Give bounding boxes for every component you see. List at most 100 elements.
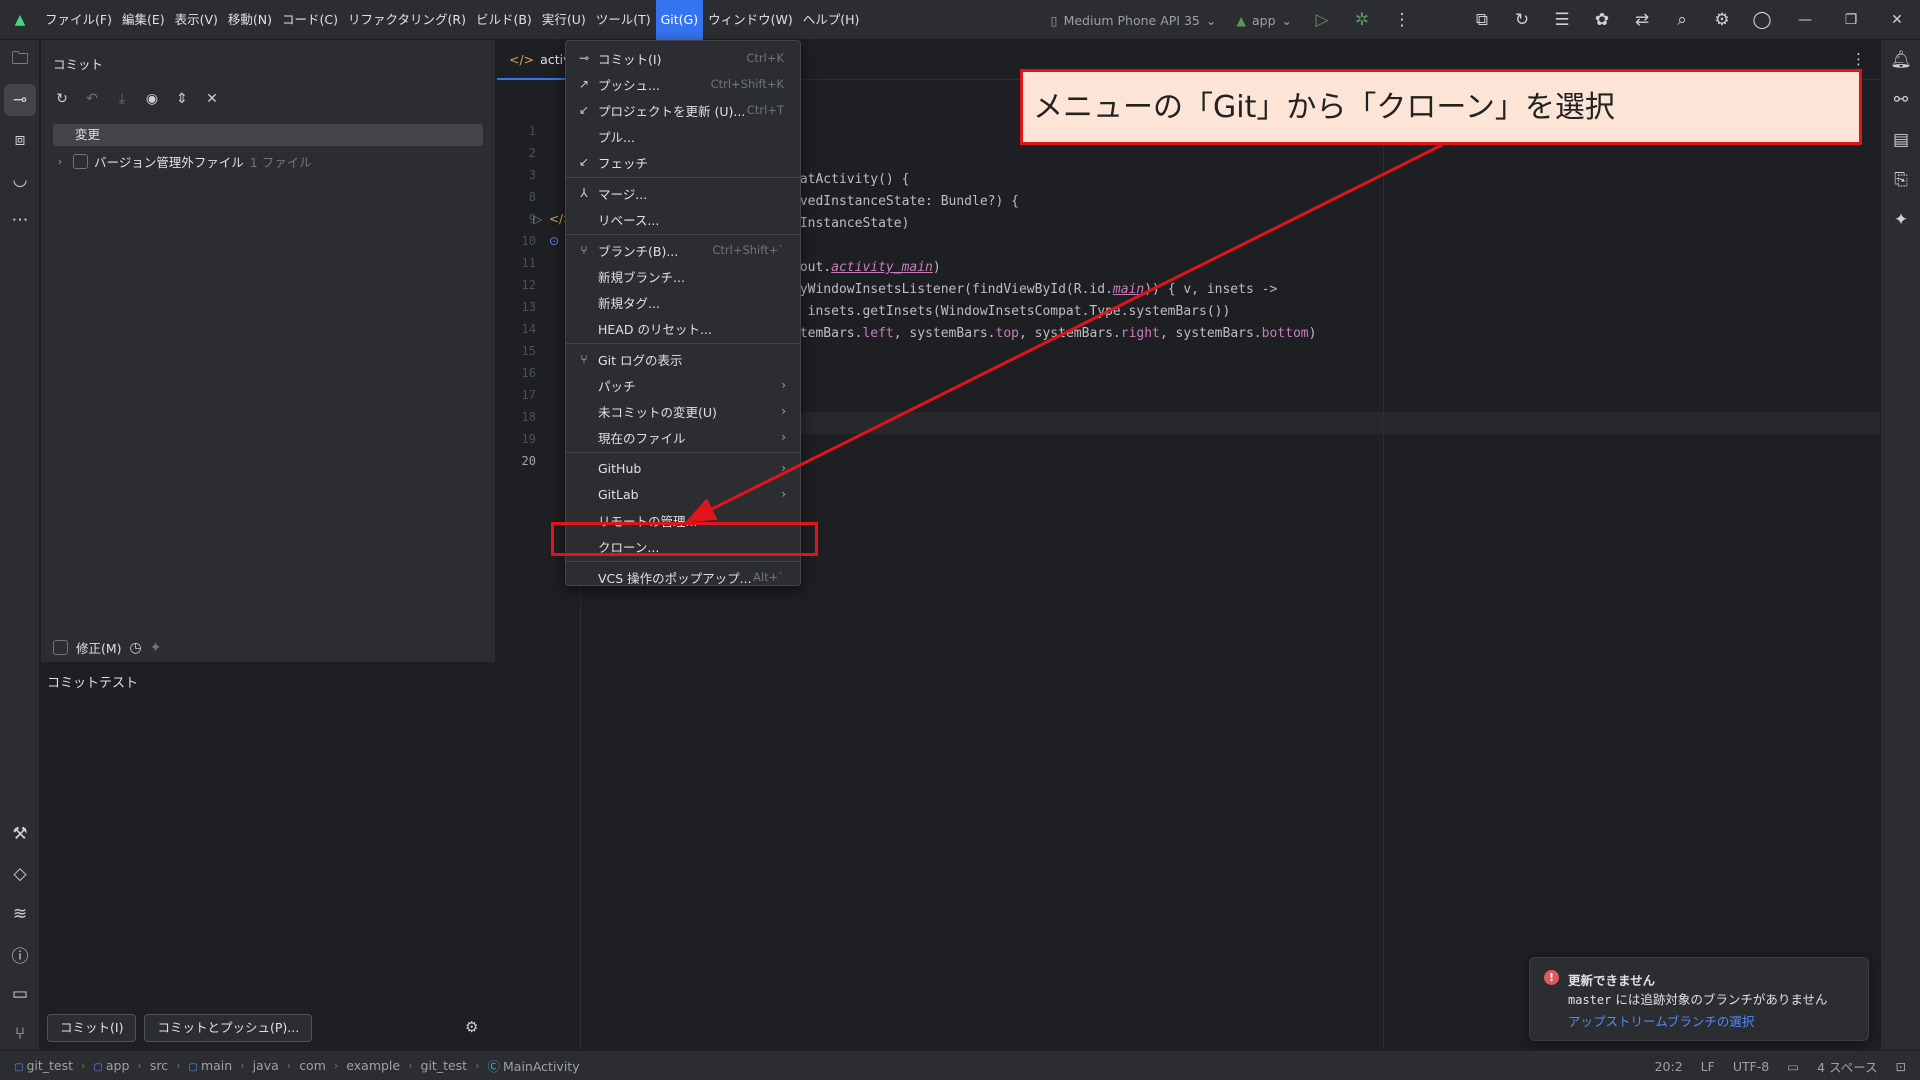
build-hammer-icon[interactable]: ⚒ bbox=[4, 818, 36, 850]
menu-edit[interactable]: 編集(E) bbox=[117, 0, 170, 40]
unversioned-files-group[interactable]: › バージョン管理外ファイル 1 ファイル bbox=[53, 150, 312, 172]
git-branch-icon[interactable]: ⑂ bbox=[4, 1018, 36, 1050]
android-robot-icon[interactable]: ◡ bbox=[4, 164, 36, 196]
gemini-sparkle-icon[interactable]: ✦ bbox=[1885, 204, 1917, 236]
git-menu-gitlab[interactable]: GitLab › bbox=[566, 481, 800, 507]
commit-message-editor[interactable]: コミットテスト bbox=[41, 662, 496, 1052]
history-clock-icon[interactable]: ◷ bbox=[130, 640, 142, 656]
file-encoding[interactable]: UTF-8 bbox=[1733, 1059, 1769, 1074]
sync-gradle-icon[interactable]: ↻ bbox=[1502, 0, 1542, 40]
close-icon[interactable]: ✕ bbox=[1874, 0, 1920, 40]
git-menu-new-tag[interactable]: 新規タグ... bbox=[566, 289, 800, 315]
search-icon[interactable]: ⌕ bbox=[1662, 0, 1702, 40]
device-manager-icon[interactable]: ⧉ bbox=[1462, 0, 1502, 40]
git-menu-show-log[interactable]: ⑂ Git ログの表示 bbox=[566, 346, 800, 372]
code-line[interactable]: stemBars.left, systemBars.top, systemBar… bbox=[792, 326, 1316, 341]
more-vertical-icon[interactable]: ⋮ bbox=[1851, 50, 1866, 68]
android-studio-logo[interactable]: ▲ bbox=[0, 0, 40, 40]
breadcrumb-item[interactable]: java bbox=[253, 1058, 279, 1073]
indent-setting[interactable]: 4 スペース bbox=[1817, 1057, 1877, 1076]
unversioned-checkbox[interactable] bbox=[73, 153, 88, 169]
gear-icon[interactable]: ⚙ bbox=[1702, 0, 1742, 40]
device-selector[interactable]: ▯ Medium Phone API 35 ⌄ bbox=[1041, 13, 1227, 28]
restore-icon[interactable]: ❐ bbox=[1828, 0, 1874, 40]
changes-group[interactable]: 変更 bbox=[53, 124, 483, 146]
collapse-all-icon[interactable]: ✕ bbox=[199, 86, 225, 112]
commit-and-push-button[interactable]: コミットとプッシュ(P)... bbox=[144, 1014, 313, 1042]
terminal-icon[interactable]: ▭ bbox=[4, 978, 36, 1010]
eye-icon[interactable]: ◉ bbox=[139, 86, 165, 112]
git-menu-fetch[interactable]: ↙ フェッチ bbox=[566, 149, 800, 175]
git-menu-rebase[interactable]: リベース... bbox=[566, 206, 800, 232]
breadcrumb-item[interactable]: example bbox=[346, 1058, 400, 1073]
caret-position[interactable]: 20:2 bbox=[1655, 1059, 1683, 1074]
git-menu-merge[interactable]: ⅄ マージ... bbox=[566, 180, 800, 206]
expand-all-icon[interactable]: ⇕ bbox=[169, 86, 195, 112]
commit-button[interactable]: コミット(I) bbox=[47, 1014, 137, 1042]
git-menu-current-file[interactable]: 現在のファイル › bbox=[566, 424, 800, 450]
breadcrumb-item[interactable]: ▢ app bbox=[93, 1058, 129, 1073]
line-ending[interactable]: LF bbox=[1701, 1059, 1715, 1074]
clipboard-icon[interactable]: ⎘ bbox=[1885, 164, 1917, 196]
more-vertical-icon[interactable]: ⋮ bbox=[1382, 0, 1422, 40]
lock-icon[interactable]: ⊡ bbox=[1896, 1059, 1906, 1074]
code-line[interactable]: lyWindowInsetsListener(findViewById(R.id… bbox=[792, 282, 1277, 297]
gem-icon[interactable]: ◇ bbox=[4, 858, 36, 890]
rollback-icon[interactable]: ↶ bbox=[79, 86, 105, 112]
menu-file[interactable]: ファイル(F) bbox=[40, 0, 117, 40]
git-menu-new-branch[interactable]: 新規ブランチ... bbox=[566, 263, 800, 289]
resource-manager-icon[interactable]: ⧈ bbox=[4, 124, 36, 156]
sdk-manager-icon[interactable]: ⇄ bbox=[1622, 0, 1662, 40]
menu-refactor[interactable]: リファクタリング(R) bbox=[343, 0, 471, 40]
debug-icon[interactable]: ✲ bbox=[1342, 0, 1382, 40]
run-icon[interactable]: ▷ bbox=[1302, 0, 1342, 40]
override-icon[interactable]: ⊙ bbox=[549, 234, 559, 248]
code-line[interactable]: = insets.getInsets(WindowInsetsCompat.Ty… bbox=[792, 304, 1230, 319]
breadcrumb-item[interactable]: Ⓒ MainActivity bbox=[488, 1056, 580, 1075]
breadcrumb-item[interactable]: ▢ main bbox=[188, 1058, 232, 1073]
more-horizontal-icon[interactable]: ⋯ bbox=[4, 204, 36, 236]
git-menu-github[interactable]: GitHub › bbox=[566, 455, 800, 481]
notifications-bell-icon[interactable]: 🔔︎ bbox=[1885, 44, 1917, 76]
code-line[interactable]: yout.activity_main) bbox=[792, 260, 941, 275]
code-line[interactable]: avedInstanceState: Bundle?) { bbox=[792, 194, 1019, 209]
select-upstream-branch-link[interactable]: アップストリームブランチの選択 bbox=[1568, 1011, 1754, 1030]
minimize-icon[interactable]: — bbox=[1782, 0, 1828, 40]
commit-icon[interactable]: ⊸ bbox=[4, 84, 36, 116]
breadcrumb-item[interactable]: com bbox=[299, 1058, 326, 1073]
git-menu-commit[interactable]: ⊸ コミット(I) Ctrl+K bbox=[566, 45, 800, 71]
git-menu-update-project[interactable]: ↙ プロジェクトを更新 (U)... Ctrl+T bbox=[566, 97, 800, 123]
menu-code[interactable]: コード(C) bbox=[277, 0, 343, 40]
menu-build[interactable]: ビルド(B) bbox=[471, 0, 537, 40]
git-menu-vcs-popup[interactable]: VCS 操作のポップアップ... Alt+` bbox=[566, 564, 800, 590]
run-gutter-icon[interactable]: ▷ bbox=[533, 212, 542, 226]
menu-window[interactable]: ウィンドウ(W) bbox=[703, 0, 798, 40]
menu-help[interactable]: ヘルプ(H) bbox=[798, 0, 865, 40]
account-icon[interactable]: ◯ bbox=[1742, 0, 1782, 40]
git-menu-pull[interactable]: プル... bbox=[566, 123, 800, 149]
ai-sparkle-icon[interactable]: ✦ bbox=[150, 640, 162, 656]
run-config-selector[interactable]: ▲ app ⌄ bbox=[1226, 13, 1302, 28]
app-quality-icon[interactable]: ✿ bbox=[1582, 0, 1622, 40]
menu-view[interactable]: 表示(V) bbox=[170, 0, 223, 40]
git-menu-reset-head[interactable]: HEAD のリセット... bbox=[566, 315, 800, 341]
problems-icon[interactable]: ⓘ bbox=[4, 938, 36, 970]
git-menu-patch[interactable]: パッチ › bbox=[566, 372, 800, 398]
refresh-icon[interactable]: ↻ bbox=[49, 86, 75, 112]
chevron-right-icon[interactable]: › bbox=[53, 155, 67, 168]
layout-inspector-icon[interactable]: ☰ bbox=[1542, 0, 1582, 40]
amend-label[interactable]: 修正(M) bbox=[76, 638, 122, 657]
git-menu-uncommitted-changes[interactable]: 未コミットの変更(U) › bbox=[566, 398, 800, 424]
breadcrumb-item[interactable]: src bbox=[150, 1058, 168, 1073]
commit-message-text[interactable]: コミットテスト bbox=[47, 672, 138, 691]
logcat-icon[interactable]: ≋ bbox=[4, 898, 36, 930]
gradle-icon[interactable]: ⚯ bbox=[1885, 84, 1917, 116]
git-menu-push[interactable]: ↗ プッシュ... Ctrl+Shift+K bbox=[566, 71, 800, 97]
breadcrumb-item[interactable]: ▢ git_test bbox=[14, 1058, 73, 1073]
project-folder-icon[interactable]: 🗀 bbox=[4, 44, 36, 76]
code-line[interactable]: dInstanceState) bbox=[792, 216, 909, 231]
git-menu-branches[interactable]: ⑂ ブランチ(B)... Ctrl+Shift+` bbox=[566, 237, 800, 263]
menu-navigate[interactable]: 移動(N) bbox=[223, 0, 277, 40]
shelve-icon[interactable]: ⤓ bbox=[109, 86, 135, 112]
editorconfig-icon[interactable]: ▭ bbox=[1787, 1059, 1799, 1074]
